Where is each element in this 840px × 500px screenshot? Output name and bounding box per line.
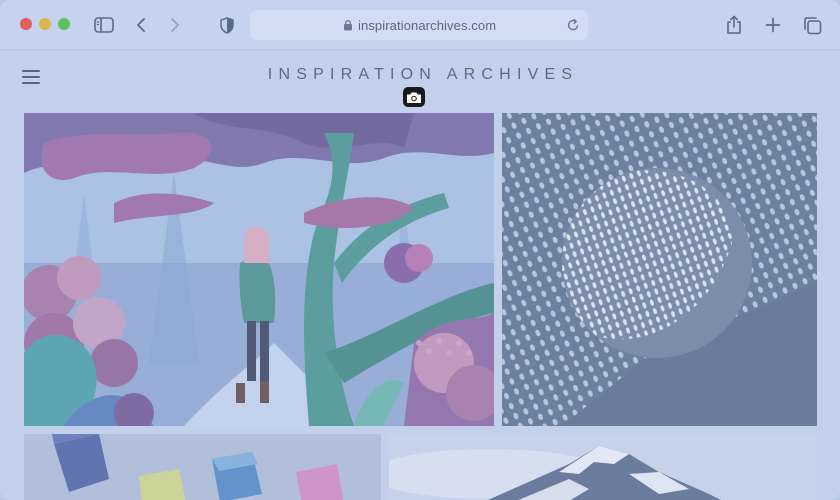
lock-icon xyxy=(344,20,352,31)
tab-overview-button[interactable] xyxy=(801,12,823,38)
snowy-mountain[interactable] xyxy=(389,434,817,500)
new-tab-button[interactable] xyxy=(763,12,783,38)
address-bar[interactable]: inspirationarchives.com xyxy=(250,10,588,40)
back-button[interactable] xyxy=(132,12,150,38)
reload-icon[interactable] xyxy=(567,18,580,32)
sidebar-icon xyxy=(94,17,114,33)
shield-icon xyxy=(220,16,234,34)
chevron-left-icon xyxy=(137,18,145,32)
browser-toolbar: inspirationarchives.com xyxy=(0,0,840,50)
browser-window: inspirationarchives.com INSPIRATION ARCH… xyxy=(0,0,840,500)
share-button[interactable] xyxy=(724,12,744,38)
zoom-window-button[interactable] xyxy=(58,18,70,30)
colored-cubes[interactable] xyxy=(24,434,381,500)
sidebar-toggle-button[interactable] xyxy=(92,12,116,38)
privacy-report-button[interactable] xyxy=(218,12,236,38)
chevron-right-icon xyxy=(171,18,179,32)
url-text: inspirationarchives.com xyxy=(358,18,497,33)
minimize-window-button[interactable] xyxy=(39,18,51,30)
web-page: INSPIRATION ARCHIVES xyxy=(0,51,840,500)
camera-icon[interactable] xyxy=(403,87,425,107)
forward-button[interactable] xyxy=(166,12,184,38)
plus-icon xyxy=(765,17,781,33)
tabs-icon xyxy=(803,16,821,34)
dotted-sphere[interactable] xyxy=(502,113,817,426)
close-window-button[interactable] xyxy=(20,18,32,30)
forest-illustration[interactable] xyxy=(24,113,494,426)
share-icon xyxy=(727,15,741,34)
site-title: INSPIRATION ARCHIVES xyxy=(267,66,579,83)
